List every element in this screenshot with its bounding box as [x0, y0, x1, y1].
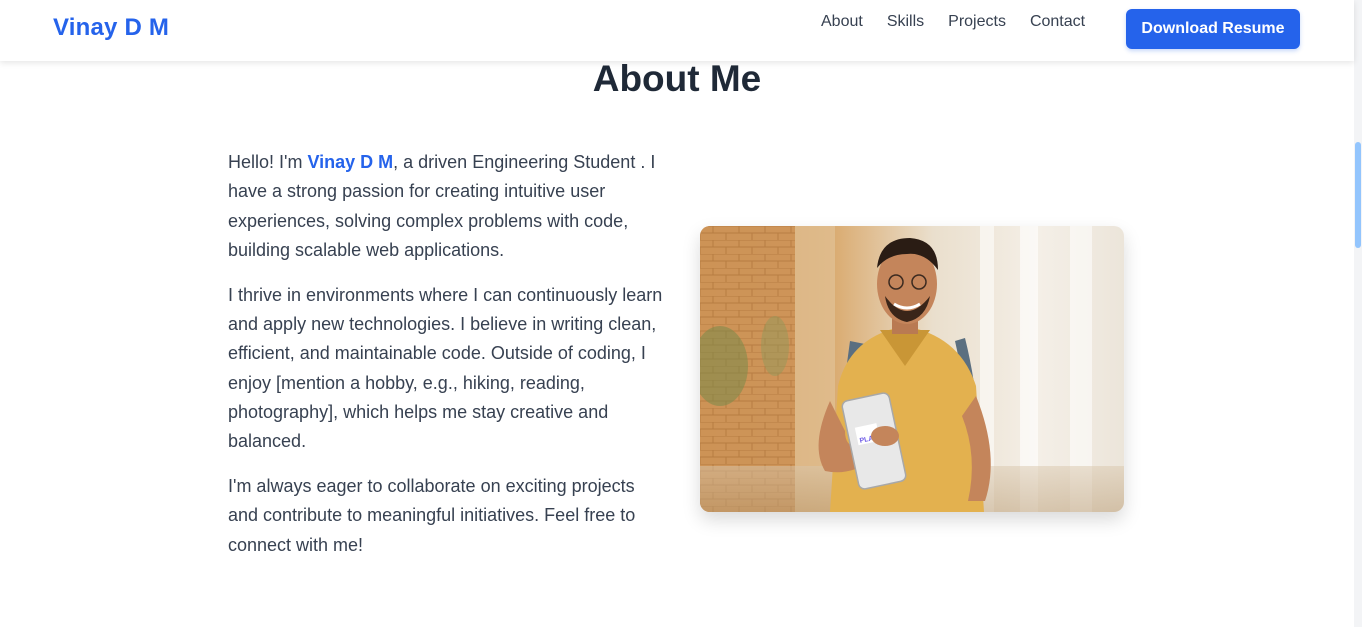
scrollbar-thumb[interactable]: [1355, 142, 1361, 248]
brand-logo[interactable]: Vinay D M: [53, 14, 169, 42]
section-title: About Me: [592, 58, 762, 99]
about-paragraph-1: Hello! I'm Vinay D M, a driven Engineeri…: [228, 148, 668, 265]
nav-links: About Skills Projects Contact: [821, 12, 1109, 32]
highlighted-name: Vinay D M: [307, 152, 394, 172]
about-text: Hello! I'm Vinay D M, a driven Engineeri…: [228, 148, 668, 575]
about-paragraph-3: I'm always eager to collaborate on excit…: [228, 475, 636, 555]
navbar: Vinay D M About Skills Projects Contact …: [0, 0, 1354, 61]
nav-link-skills[interactable]: Skills: [887, 12, 924, 32]
greeting-text: Hello! I'm: [228, 152, 308, 172]
profile-photo: PLAY: [700, 226, 1124, 512]
nav-link-contact[interactable]: Contact: [1030, 12, 1085, 32]
about-paragraph-2: I thrive in environments where I can con…: [228, 284, 663, 452]
download-resume-button[interactable]: Download Resume: [1126, 9, 1300, 49]
nav-link-projects[interactable]: Projects: [948, 12, 1006, 32]
nav-link-about[interactable]: About: [821, 12, 863, 32]
page-scrollbar[interactable]: [1354, 0, 1362, 627]
